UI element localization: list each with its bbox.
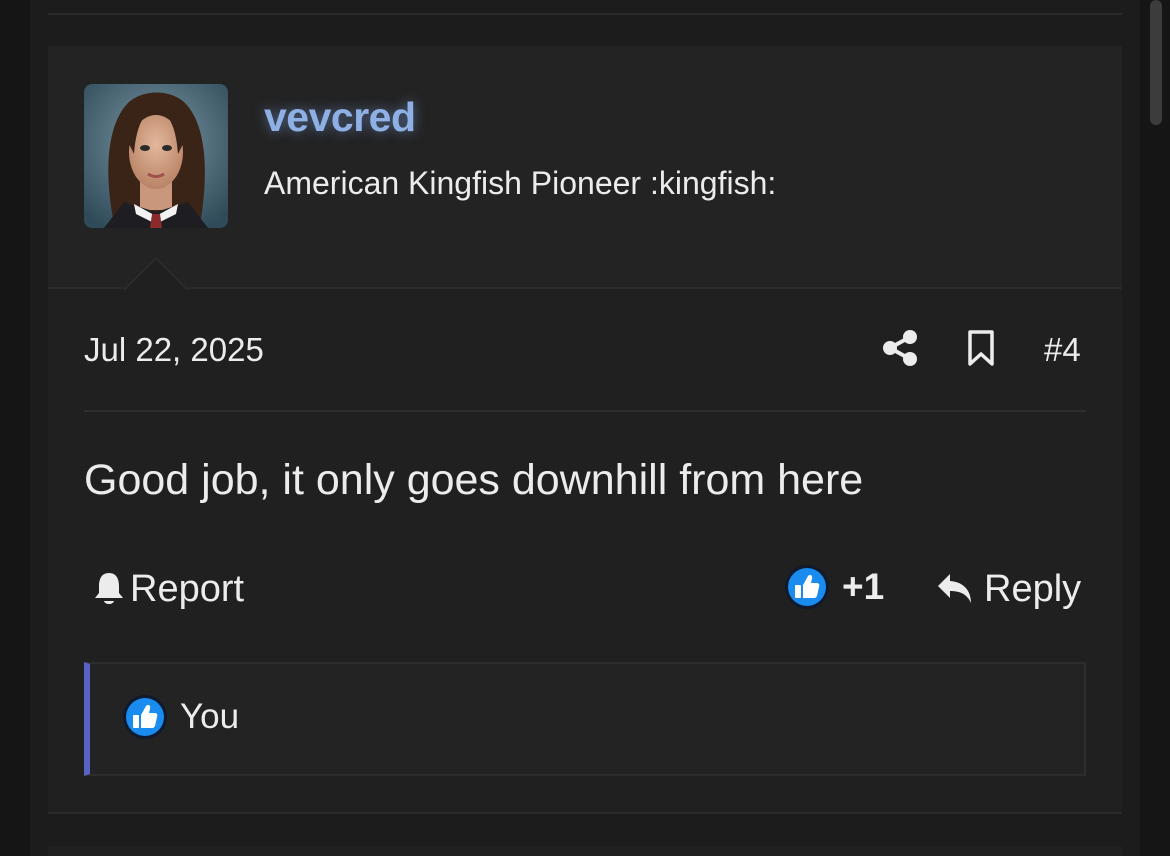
reaction-users[interactable]: You	[180, 697, 239, 737]
previous-post-divider	[48, 13, 1122, 15]
user-block-pointer	[124, 256, 188, 290]
thumbs-up-icon	[123, 695, 167, 739]
post-date-link[interactable]: Jul 22, 2025	[84, 331, 264, 369]
report-label: Report	[130, 567, 245, 610]
post-divider	[48, 812, 1122, 814]
report-button[interactable]: Report	[92, 566, 244, 612]
like-reaction-button[interactable]: +1	[784, 562, 884, 612]
reply-label: Reply	[984, 567, 1082, 610]
user-title: American Kingfish Pioneer :kingfish:	[264, 165, 777, 201]
post-body-text: Good job, it only goes downhill from her…	[84, 456, 864, 504]
bookmark-icon[interactable]	[966, 329, 996, 367]
scrollbar-thumb[interactable]	[1150, 0, 1162, 125]
post-message: vevcred American Kingfish Pioneer :kingf…	[48, 46, 1122, 812]
share-icon[interactable]	[882, 329, 918, 367]
reactions-bar[interactable]: You	[84, 662, 1086, 776]
reply-button[interactable]: Reply	[936, 566, 1081, 612]
next-post-top	[48, 846, 1122, 856]
avatar[interactable]	[84, 84, 228, 228]
post-user-block: vevcred American Kingfish Pioneer :kingf…	[48, 46, 1122, 290]
username-link[interactable]: vevcred	[264, 94, 416, 141]
post-number-link[interactable]: #4	[1044, 331, 1081, 369]
post-header-divider	[84, 410, 1086, 412]
reaction-count: +1	[842, 566, 885, 607]
thumbs-up-icon	[785, 565, 829, 609]
bell-icon	[95, 573, 123, 604]
reply-arrow-icon	[938, 574, 971, 603]
